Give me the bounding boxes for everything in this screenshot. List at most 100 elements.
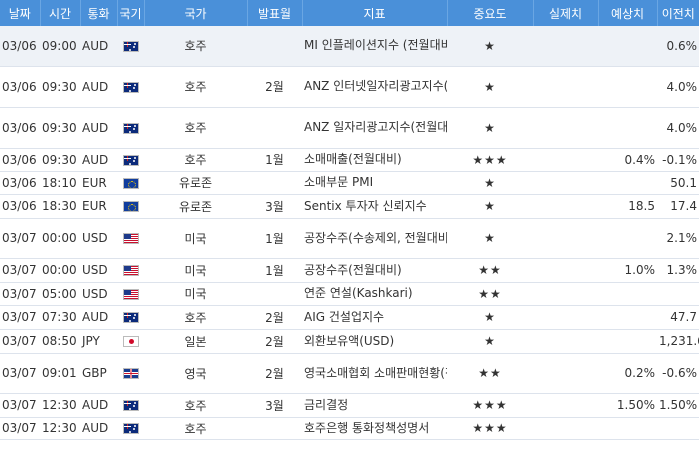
importance-stars: ★: [447, 305, 533, 330]
event-time: 12:30: [40, 393, 80, 418]
event-period: 2월: [247, 353, 302, 394]
previous-value: 50.1: [657, 171, 699, 195]
importance-stars: ★: [447, 329, 533, 354]
previous-value: 47.7: [657, 305, 699, 330]
importance-stars: ★★: [447, 282, 533, 306]
table-body: 03/06 09:00 AUD 호주 MI 인플레이션지수 (전월대비) ★ 0.6% 03/…: [0, 26, 699, 440]
event-date: 03/06: [0, 26, 40, 67]
event-currency: AUD: [80, 66, 117, 108]
event-indicator[interactable]: 연준 연설(Kashkari): [302, 282, 447, 306]
table-row[interactable]: 03/06 18:10 EUR 유로존 소매부문 PMI ★ 50.1: [0, 171, 699, 195]
period-header[interactable]: 발표월: [247, 0, 303, 26]
actual-value: [533, 353, 598, 394]
actual-value: [533, 148, 598, 172]
event-indicator[interactable]: AIG 건설업지수: [302, 305, 447, 330]
flag-cell: [117, 194, 144, 219]
us-flag-icon: [122, 265, 139, 276]
previous-header[interactable]: 이전치: [657, 0, 699, 26]
actual-value: [533, 282, 598, 306]
event-time: 00:00: [40, 258, 80, 283]
table-row[interactable]: 03/0709:01GBP 영국2월영국소매협회 소매판매현황(전년대비)★★ 0.…: [0, 353, 699, 394]
event-currency: EUR: [80, 194, 117, 219]
australia-flag-icon: [122, 122, 139, 134]
previous-value: 1.3%: [657, 258, 699, 283]
event-indicator[interactable]: MI 인플레이션지수 (전월대비): [302, 26, 447, 67]
flag-header[interactable]: 국기: [117, 0, 145, 26]
actual-value: [533, 218, 598, 259]
currency-header[interactable]: 통화: [80, 0, 118, 26]
flag-cell: [117, 258, 144, 283]
event-time: 00:00: [40, 218, 80, 259]
table-row[interactable]: 03/0708:50JPY 일본2월외환보유액(USD)★ 1,231.6B: [0, 329, 699, 354]
event-country: 호주: [144, 305, 247, 330]
event-country: 호주: [144, 66, 247, 108]
forecast-value: [598, 171, 657, 195]
actual-value: [533, 107, 598, 149]
table-row[interactable]: 03/0609:30AUD 호주 ANZ 일자리광고지수(전월대비)★ 4.0%: [0, 107, 699, 149]
table-row[interactable]: 03/07 00:00 USD 미국 1월 공장수주(수송제외, 전월대비) ★ 2.1%: [0, 218, 699, 259]
event-indicator[interactable]: ANZ 인터넷일자리광고지수(전월대비): [302, 66, 447, 108]
event-indicator[interactable]: 영국소매협회 소매판매현황(전년대비): [302, 353, 447, 394]
event-country: 미국: [144, 282, 247, 306]
event-indicator[interactable]: 소매부문 PMI: [302, 171, 447, 195]
event-currency: AUD: [80, 305, 117, 330]
actual-header[interactable]: 실제치: [533, 0, 599, 26]
event-period: [247, 417, 302, 440]
time-header[interactable]: 시간: [40, 0, 81, 26]
table-row[interactable]: 03/06 09:00 AUD 호주 MI 인플레이션지수 (전월대비) ★ 0.6%: [0, 26, 699, 67]
event-currency: AUD: [80, 417, 117, 440]
previous-value: [657, 417, 699, 440]
event-time: 12:30: [40, 417, 80, 440]
flag-cell: [117, 171, 144, 195]
actual-value: [533, 329, 598, 354]
event-date: 03/06: [0, 194, 40, 219]
event-indicator[interactable]: 외환보유액(USD): [302, 329, 447, 354]
table-row[interactable]: 03/06 09:30 AUD 호주 1월 소매매출(전월대비) ★★★ 0.4% -0.1%: [0, 148, 699, 172]
importance-header[interactable]: 중요도: [447, 0, 534, 26]
country-header[interactable]: 국가: [144, 0, 248, 26]
event-date: 03/06: [0, 107, 40, 149]
event-indicator[interactable]: 공장수주(전월대비): [302, 258, 447, 283]
australia-flag-icon: [122, 400, 139, 411]
table-row[interactable]: 03/07 05:00 USD 미국 연준 연설(Kashkari) ★★: [0, 282, 699, 306]
indicator-header[interactable]: 지표: [302, 0, 448, 26]
importance-stars: ★: [447, 66, 533, 108]
table-row[interactable]: 03/07 12:30 AUD 호주 호주은행 통화정책성명서 ★★★: [0, 417, 699, 440]
event-indicator[interactable]: 금리결정: [302, 393, 447, 418]
table-row[interactable]: 03/06 18:30 EUR 유로존 3월 Sentix 투자자 신뢰지수 ★ 18.5 17…: [0, 194, 699, 219]
importance-stars: ★★: [447, 258, 533, 283]
event-time: 09:30: [40, 107, 80, 149]
table-row[interactable]: 03/07 12:30 AUD 호주 3월 금리결정 ★★★ 1.50% 1.50%: [0, 393, 699, 418]
event-period: [247, 282, 302, 306]
event-indicator[interactable]: Sentix 투자자 신뢰지수: [302, 194, 447, 219]
importance-stars: ★: [447, 26, 533, 67]
event-indicator[interactable]: 소매매출(전월대비): [302, 148, 447, 172]
event-date: 03/07: [0, 393, 40, 418]
event-date: 03/07: [0, 417, 40, 440]
event-period: [247, 107, 302, 149]
event-country: 호주: [144, 26, 247, 67]
event-indicator[interactable]: 공장수주(수송제외, 전월대비): [302, 218, 447, 259]
event-indicator[interactable]: ANZ 일자리광고지수(전월대비): [302, 107, 447, 149]
event-country: 미국: [144, 258, 247, 283]
us-flag-icon: [122, 288, 139, 300]
event-time: 09:30: [40, 148, 80, 172]
event-country: 미국: [144, 218, 247, 259]
table-row[interactable]: 03/07 07:30 AUD 호주 2월 AIG 건설업지수 ★ 47.7: [0, 305, 699, 330]
event-time: 09:00: [40, 26, 80, 67]
event-currency: AUD: [80, 26, 117, 67]
event-date: 03/06: [0, 66, 40, 108]
event-country: 유로존: [144, 194, 247, 219]
table-row[interactable]: 03/07 00:00 USD 미국 1월 공장수주(전월대비) ★★ 1.0% 1.3%: [0, 258, 699, 283]
forecast-header[interactable]: 예상치: [598, 0, 658, 26]
event-currency: USD: [80, 218, 117, 259]
table-row[interactable]: 03/0609:30AUD 호주2월ANZ 인터넷일자리광고지수(전월대비)★ 4.…: [0, 66, 699, 108]
australia-flag-icon: [122, 154, 139, 166]
previous-value: 17.4: [657, 194, 699, 219]
date-header[interactable]: 날짜: [0, 0, 41, 26]
importance-stars: ★: [447, 171, 533, 195]
importance-stars: ★★: [447, 353, 533, 394]
flag-cell: [117, 148, 144, 172]
event-indicator[interactable]: 호주은행 통화정책성명서: [302, 417, 447, 440]
japan-flag-icon: [122, 336, 139, 347]
